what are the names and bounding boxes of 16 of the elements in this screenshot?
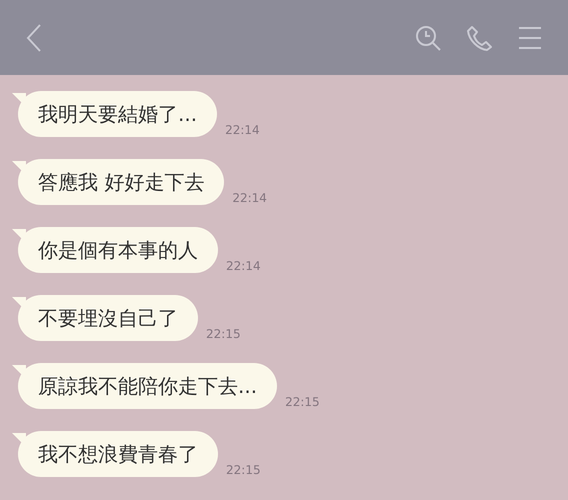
message-bubble: 你是個有本事的人 bbox=[12, 227, 218, 273]
message-bubble: 我明天要結婚了... bbox=[12, 91, 218, 137]
message-time: 22:14 bbox=[232, 191, 267, 205]
message-bubble: 答應我 好好走下去 bbox=[12, 159, 224, 205]
menu-icon[interactable] bbox=[518, 26, 542, 50]
message-time: 22:14 bbox=[225, 123, 260, 137]
message-time: 22:15 bbox=[206, 327, 241, 341]
message-time: 22:14 bbox=[226, 259, 261, 273]
search-icon[interactable] bbox=[414, 24, 442, 52]
message-time: 22:15 bbox=[285, 395, 320, 409]
message-bubble: 我不想浪費青春了 bbox=[12, 431, 218, 477]
message-time: 22:15 bbox=[226, 463, 261, 477]
phone-icon[interactable] bbox=[466, 24, 494, 52]
back-icon[interactable] bbox=[26, 22, 42, 52]
message-bubble: 原諒我不能陪你走下去... bbox=[12, 363, 278, 409]
message-bubble: 不要埋沒自己了 bbox=[12, 295, 198, 341]
